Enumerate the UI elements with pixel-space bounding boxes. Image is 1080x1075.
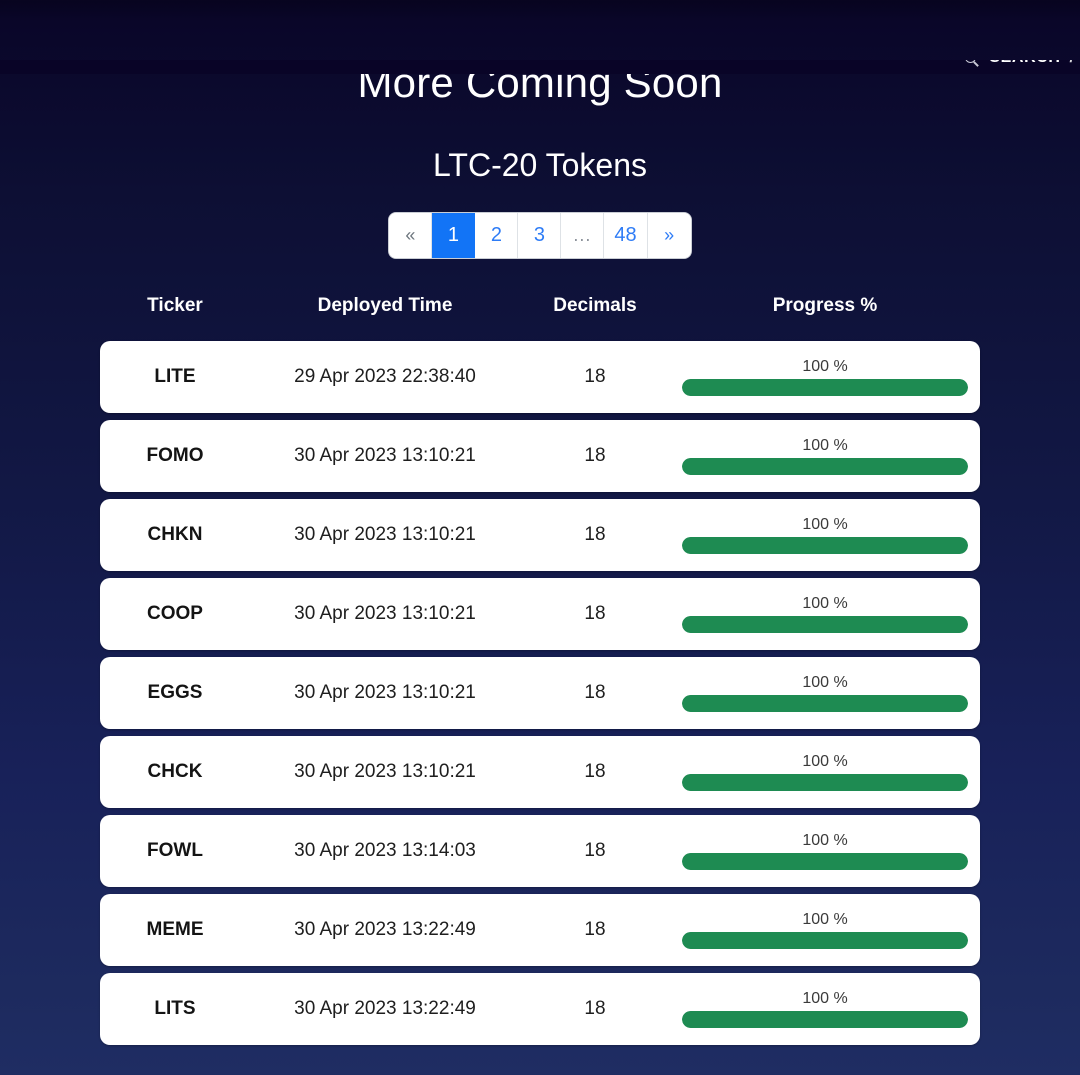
progress-bar bbox=[682, 694, 968, 712]
progress-bar bbox=[682, 1010, 968, 1028]
pagination-page-1[interactable]: 1 bbox=[432, 213, 476, 259]
table-body: LITE 29 Apr 2023 22:38:40 18 100 % FOMO 30 Ap… bbox=[100, 341, 980, 1046]
column-header-deployed-time: Deployed Time bbox=[317, 295, 453, 317]
top-navigation-bar: SEARCH / bbox=[0, 60, 1080, 74]
nav-trailing-glyph: / bbox=[1070, 60, 1076, 67]
cell-deployed-time: 29 Apr 2023 22:38:40 bbox=[294, 366, 476, 388]
cell-decimals: 18 bbox=[584, 682, 606, 704]
cell-decimals: 18 bbox=[584, 840, 606, 862]
pagination-next[interactable]: » bbox=[647, 213, 691, 259]
cell-decimals: 18 bbox=[584, 603, 606, 625]
cell-deployed-time: 30 Apr 2023 13:10:21 bbox=[294, 761, 476, 783]
cell-progress: 100 % bbox=[670, 815, 980, 887]
cell-deployed-time: 30 Apr 2023 13:10:21 bbox=[294, 445, 476, 467]
cell-decimals: 18 bbox=[584, 445, 606, 467]
pagination[interactable]: «1 2 3... 48» bbox=[389, 213, 691, 259]
cell-decimals: 18 bbox=[584, 919, 606, 941]
cell-decimals: 18 bbox=[584, 366, 606, 388]
cell-ticker: MEME bbox=[146, 919, 204, 941]
table-row[interactable]: MEME 30 Apr 2023 13:22:49 18 100 % bbox=[100, 894, 980, 967]
progress-bar bbox=[682, 378, 968, 396]
progress-label: 100 % bbox=[802, 989, 848, 1007]
progress-bar-fill bbox=[682, 773, 968, 791]
cell-ticker: CHKN bbox=[147, 524, 203, 546]
progress-bar-fill bbox=[682, 378, 968, 396]
progress-bar bbox=[682, 773, 968, 791]
table-row[interactable]: FOMO 30 Apr 2023 13:10:21 18 100 % bbox=[100, 420, 980, 493]
pagination-wrapper: «1 2 3... 48» bbox=[0, 213, 1080, 259]
progress-label: 100 % bbox=[802, 436, 848, 454]
pagination-page-48[interactable]: 48 bbox=[604, 213, 648, 259]
search-label[interactable]: SEARCH bbox=[989, 60, 1060, 67]
pagination-page-2[interactable]: 2 bbox=[475, 213, 519, 259]
table-row[interactable]: FOWL 30 Apr 2023 13:14:03 18 100 % bbox=[100, 815, 980, 888]
cell-progress: 100 % bbox=[670, 341, 980, 413]
progress-bar-fill bbox=[682, 694, 968, 712]
page-subtitle: LTC-20 Tokens bbox=[432, 147, 648, 184]
cell-deployed-time: 30 Apr 2023 13:22:49 bbox=[294, 919, 476, 941]
cell-decimals: 18 bbox=[584, 761, 606, 783]
cell-ticker: FOMO bbox=[146, 445, 204, 467]
progress-bar-fill bbox=[682, 536, 968, 554]
progress-bar bbox=[682, 852, 968, 870]
progress-bar bbox=[682, 615, 968, 633]
progress-label: 100 % bbox=[802, 357, 848, 375]
progress-bar-fill bbox=[682, 931, 968, 949]
pagination-ellipsis[interactable]: ... bbox=[561, 213, 605, 259]
table-row[interactable]: CHKN 30 Apr 2023 13:10:21 18 100 % bbox=[100, 499, 980, 572]
pagination-page-3[interactable]: 3 bbox=[518, 213, 562, 259]
progress-label: 100 % bbox=[802, 831, 848, 849]
cell-deployed-time: 30 Apr 2023 13:22:49 bbox=[294, 998, 476, 1020]
progress-bar-fill bbox=[682, 615, 968, 633]
cell-ticker: LITE bbox=[154, 366, 196, 388]
cell-deployed-time: 30 Apr 2023 13:10:21 bbox=[294, 603, 476, 625]
progress-bar-fill bbox=[682, 1010, 968, 1028]
cell-deployed-time: 30 Apr 2023 13:10:21 bbox=[294, 524, 476, 546]
cell-progress: 100 % bbox=[670, 736, 980, 808]
cell-deployed-time: 30 Apr 2023 13:10:21 bbox=[294, 682, 476, 704]
table-row[interactable]: CHCK 30 Apr 2023 13:10:21 18 100 % bbox=[100, 736, 980, 809]
table-row[interactable]: LITE 29 Apr 2023 22:38:40 18 100 % bbox=[100, 341, 980, 414]
cell-ticker: FOWL bbox=[147, 840, 203, 862]
cell-progress: 100 % bbox=[670, 578, 980, 650]
table-header-row: Ticker Deployed Time Decimals Progress % bbox=[100, 288, 980, 324]
cell-decimals: 18 bbox=[584, 998, 606, 1020]
column-header-progress: Progress % bbox=[772, 295, 878, 317]
progress-label: 100 % bbox=[802, 515, 848, 533]
cell-ticker: CHCK bbox=[147, 761, 203, 783]
progress-label: 100 % bbox=[802, 673, 848, 691]
column-header-ticker: Ticker bbox=[147, 295, 203, 317]
progress-bar bbox=[682, 931, 968, 949]
column-header-decimals: Decimals bbox=[553, 295, 637, 317]
cell-ticker: EGGS bbox=[147, 682, 203, 704]
progress-bar-fill bbox=[682, 852, 968, 870]
search-icon[interactable] bbox=[965, 60, 980, 66]
nav-search-group[interactable]: SEARCH / bbox=[965, 60, 1076, 67]
progress-bar bbox=[682, 536, 968, 554]
pagination-prev[interactable]: « bbox=[389, 213, 433, 259]
cell-progress: 100 % bbox=[670, 657, 980, 729]
progress-label: 100 % bbox=[802, 910, 848, 928]
token-table: Ticker Deployed Time Decimals Progress %… bbox=[100, 288, 980, 1046]
cell-progress: 100 % bbox=[670, 499, 980, 571]
progress-bar-fill bbox=[682, 457, 968, 475]
cell-progress: 100 % bbox=[670, 420, 980, 492]
cell-deployed-time: 30 Apr 2023 13:14:03 bbox=[294, 840, 476, 862]
progress-label: 100 % bbox=[802, 752, 848, 770]
table-row[interactable]: COOP 30 Apr 2023 13:10:21 18 100 % bbox=[100, 578, 980, 651]
progress-label: 100 % bbox=[802, 594, 848, 612]
cell-ticker: LITS bbox=[154, 998, 196, 1020]
table-row[interactable]: EGGS 30 Apr 2023 13:10:21 18 100 % bbox=[100, 657, 980, 730]
cell-ticker: COOP bbox=[147, 603, 203, 625]
table-row[interactable]: LITS 30 Apr 2023 13:22:49 18 100 % bbox=[100, 973, 980, 1046]
cell-decimals: 18 bbox=[584, 524, 606, 546]
cell-progress: 100 % bbox=[670, 973, 980, 1045]
cell-progress: 100 % bbox=[670, 894, 980, 966]
progress-bar bbox=[682, 457, 968, 475]
